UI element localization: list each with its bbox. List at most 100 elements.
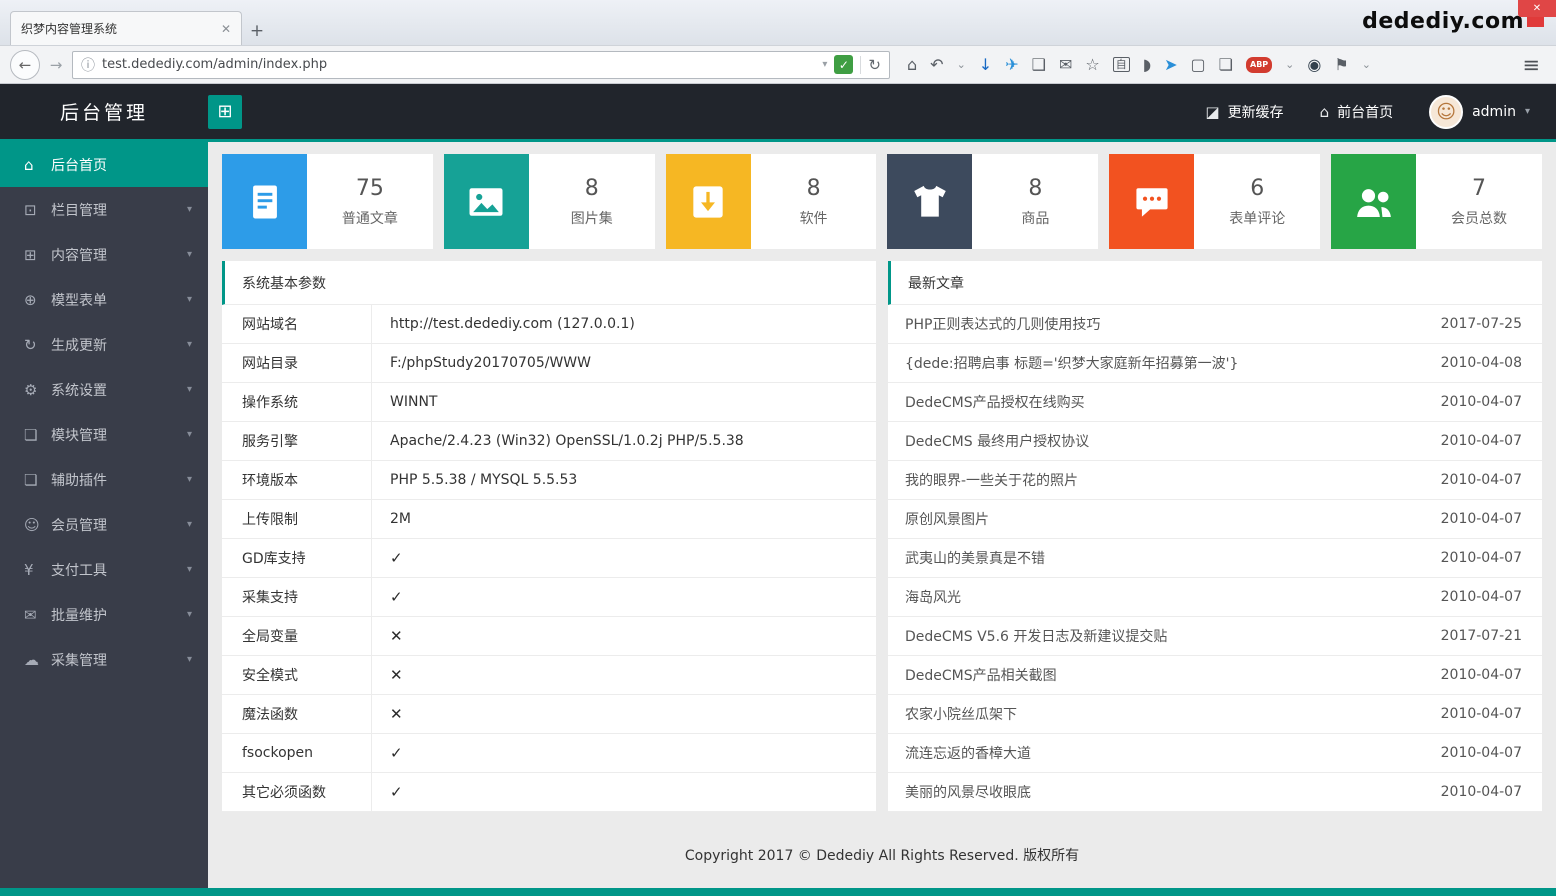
rss-icon[interactable]: ◗ xyxy=(1143,57,1151,73)
stat-label: 图片集 xyxy=(571,208,613,228)
article-title[interactable]: 我的眼界-一些关于花的照片 xyxy=(905,470,1429,490)
url-bar[interactable]: ⓘ test.dedediy.com/admin/index.php ▾ ✓ ↻ xyxy=(72,51,890,79)
member-icon: ☺ xyxy=(24,516,51,534)
article-row[interactable]: 原创风景图片 2010-04-07 xyxy=(888,500,1542,539)
security-shield-icon[interactable]: ✓ xyxy=(834,55,853,74)
article-row[interactable]: 海岛风光 2010-04-07 xyxy=(888,578,1542,617)
main-content: 75 普通文章 8 图片集 8 软件 8 商品 6 表单评论 7 会员总数 xyxy=(208,142,1556,892)
sidebar-item-label: 辅助插件 xyxy=(51,470,107,490)
article-title[interactable]: 原创风景图片 xyxy=(905,509,1429,529)
admin-header: 后台管理 ⊞ ◪ 更新缓存 ⌂ 前台首页 ☺ admin ▾ xyxy=(0,84,1556,142)
folder-icon[interactable]: ❏ xyxy=(1219,57,1233,73)
article-title[interactable]: 美丽的风景尽收眼底 xyxy=(905,782,1429,802)
mail-icon[interactable]: ✉ xyxy=(1059,57,1072,73)
stat-card[interactable]: 75 普通文章 xyxy=(222,154,433,249)
home-icon[interactable]: ⌂ xyxy=(907,57,917,73)
article-title[interactable]: DedeCMS产品授权在线购买 xyxy=(905,392,1429,412)
hamburger-menu-icon[interactable]: ≡ xyxy=(1516,53,1546,77)
sidebar-item-columns[interactable]: ⊡ 栏目管理 ▾ xyxy=(0,187,208,232)
sidebar-item-members[interactable]: ☺ 会员管理 ▾ xyxy=(0,502,208,547)
send-icon[interactable]: ➤ xyxy=(1164,57,1177,73)
more-caret-icon[interactable]: ⌄ xyxy=(1362,59,1371,70)
sidebar-item-plugins[interactable]: ❏ 辅助插件 ▾ xyxy=(0,457,208,502)
globe-icon[interactable]: ◉ xyxy=(1307,57,1321,73)
article-title[interactable]: DedeCMS V5.6 开发日志及新建议提交贴 xyxy=(905,626,1429,646)
adblock-icon[interactable]: ABP xyxy=(1246,57,1272,73)
system-panel-title: 系统基本参数 xyxy=(222,261,876,305)
sidebar-item-model-form[interactable]: ⊕ 模型表单 ▾ xyxy=(0,277,208,322)
system-param-value: ✓ xyxy=(372,578,876,616)
messenger-icon[interactable]: ❑ xyxy=(1032,57,1046,73)
article-row[interactable]: 流连忘返的香樟大道 2010-04-07 xyxy=(888,734,1542,773)
star-icon[interactable]: ☆ xyxy=(1085,57,1099,73)
sidebar-item-modules[interactable]: ❏ 模块管理 ▾ xyxy=(0,412,208,457)
stat-card[interactable]: 8 软件 xyxy=(666,154,877,249)
article-row[interactable]: DedeCMS产品授权在线购买 2010-04-07 xyxy=(888,383,1542,422)
system-table: 网站域名 http://test.dedediy.com (127.0.0.1)… xyxy=(222,305,876,812)
stat-card[interactable]: 8 图片集 xyxy=(444,154,655,249)
article-row[interactable]: {dede:招聘启事 标题='织梦大家庭新年招募第一波'} 2010-04-08 xyxy=(888,344,1542,383)
article-date: 2010-04-07 xyxy=(1441,784,1522,800)
article-row[interactable]: DedeCMS V5.6 开发日志及新建议提交贴 2017-07-21 xyxy=(888,617,1542,656)
article-row[interactable]: 武夷山的美景真是不错 2010-04-07 xyxy=(888,539,1542,578)
article-row[interactable]: 美丽的风景尽收眼底 2010-04-07 xyxy=(888,773,1542,812)
reload-icon[interactable]: ↻ xyxy=(868,56,881,74)
url-text[interactable]: test.dedediy.com/admin/index.php xyxy=(102,57,815,72)
article-row[interactable]: DedeCMS 最终用户授权协议 2010-04-07 xyxy=(888,422,1542,461)
flag-icon[interactable]: ⚑ xyxy=(1334,57,1348,73)
browser-tab[interactable]: 织梦内容管理系统 ✕ xyxy=(10,11,242,45)
stat-label: 会员总数 xyxy=(1451,208,1507,228)
chevron-down-icon: ▾ xyxy=(187,384,192,395)
browser-titlebar: 织梦内容管理系统 ✕ + dedediy.com ✕ xyxy=(0,0,1556,46)
thunderbird-icon[interactable]: ✈ xyxy=(1005,57,1018,73)
sidebar-item-settings[interactable]: ⚙ 系统设置 ▾ xyxy=(0,367,208,412)
article-title[interactable]: 农家小院丝瓜架下 xyxy=(905,704,1429,724)
tab-close-icon[interactable]: ✕ xyxy=(221,22,231,36)
sidebar-item-home[interactable]: ⌂ 后台首页 xyxy=(0,142,208,187)
sidebar-item-payment[interactable]: ¥ 支付工具 ▾ xyxy=(0,547,208,592)
article-title[interactable]: PHP正则表达式的几则使用技巧 xyxy=(905,314,1429,334)
pay-icon: ¥ xyxy=(24,561,51,579)
article-title[interactable]: 流连忘返的香樟大道 xyxy=(905,743,1429,763)
undo-caret-icon[interactable]: ⌄ xyxy=(957,59,966,70)
sidebar-item-content[interactable]: ⊞ 内容管理 ▾ xyxy=(0,232,208,277)
info-icon[interactable]: ⓘ xyxy=(81,55,95,75)
article-title[interactable]: {dede:招聘启事 标题='织梦大家庭新年招募第一波'} xyxy=(905,353,1429,373)
chevron-down-icon: ▾ xyxy=(187,564,192,575)
update-cache-button[interactable]: ◪ 更新缓存 xyxy=(1205,102,1283,122)
system-table-row: 其它必须函数 ✓ xyxy=(222,773,876,812)
new-tab-button[interactable]: + xyxy=(242,17,272,45)
back-button[interactable]: ← xyxy=(10,50,40,80)
system-param-value: 2M xyxy=(372,500,876,538)
article-row[interactable]: 农家小院丝瓜架下 2010-04-07 xyxy=(888,695,1542,734)
sidebar-item-generate[interactable]: ↻ 生成更新 ▾ xyxy=(0,322,208,367)
sidebar-toggle-button[interactable]: ⊞ xyxy=(208,95,242,129)
article-row[interactable]: 我的眼界-一些关于花的照片 2010-04-07 xyxy=(888,461,1542,500)
adblock-caret-icon[interactable]: ⌄ xyxy=(1285,59,1294,70)
stat-label: 软件 xyxy=(800,208,828,228)
article-row[interactable]: DedeCMS产品相关截图 2010-04-07 xyxy=(888,656,1542,695)
article-title[interactable]: 武夷山的美景真是不错 xyxy=(905,548,1429,568)
chevron-down-icon: ▾ xyxy=(187,294,192,305)
article-row[interactable]: PHP正则表达式的几则使用技巧 2017-07-25 xyxy=(888,305,1542,344)
system-param-label: GD库支持 xyxy=(222,539,372,577)
window-icon[interactable]: ▢ xyxy=(1191,57,1206,73)
forward-button[interactable]: → xyxy=(47,56,65,74)
stat-card[interactable]: 7 会员总数 xyxy=(1331,154,1542,249)
download-icon[interactable]: ↓ xyxy=(979,57,992,73)
system-table-row: 全局变量 ✕ xyxy=(222,617,876,656)
article-title[interactable]: 海岛风光 xyxy=(905,587,1429,607)
window-close-button[interactable]: ✕ xyxy=(1518,0,1556,17)
stat-card[interactable]: 8 商品 xyxy=(887,154,1098,249)
auto-extension-icon[interactable]: 自 xyxy=(1113,57,1130,72)
undo-icon[interactable]: ↶ xyxy=(930,57,943,73)
user-menu[interactable]: ☺ admin ▾ xyxy=(1429,95,1530,129)
article-title[interactable]: DedeCMS 最终用户授权协议 xyxy=(905,431,1429,451)
sidebar-item-collect[interactable]: ☁ 采集管理 ▾ xyxy=(0,637,208,682)
stat-card[interactable]: 6 表单评论 xyxy=(1109,154,1320,249)
url-dropdown-caret-icon[interactable]: ▾ xyxy=(822,59,827,70)
front-home-button[interactable]: ⌂ 前台首页 xyxy=(1320,102,1394,122)
article-title[interactable]: DedeCMS产品相关截图 xyxy=(905,665,1429,685)
article-icon xyxy=(222,154,307,249)
sidebar-item-batch[interactable]: ✉ 批量维护 ▾ xyxy=(0,592,208,637)
